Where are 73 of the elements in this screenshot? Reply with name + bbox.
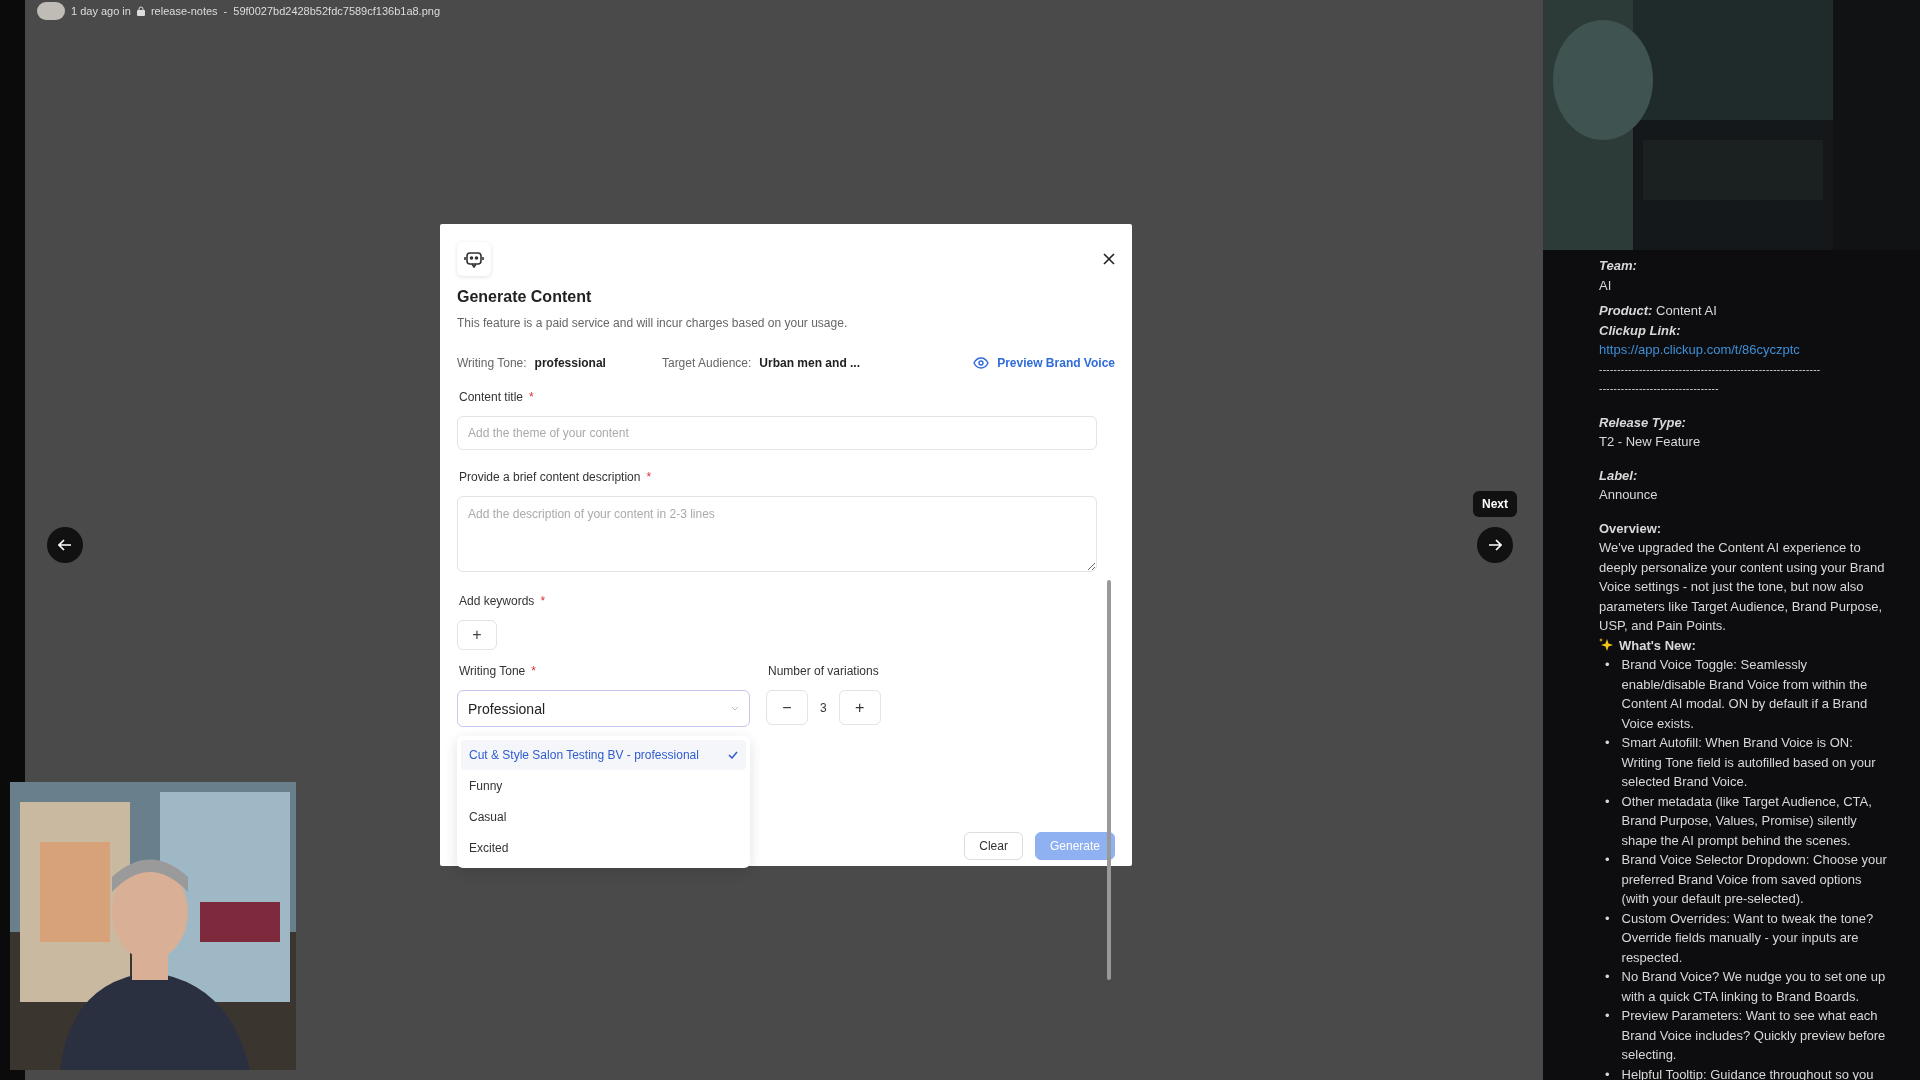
writing-tone-select[interactable]: Professional [457, 690, 750, 727]
separator: - [223, 5, 228, 17]
meta-value: Urban men and ... [759, 356, 861, 370]
meta-label: Writing Tone: [457, 356, 527, 370]
section-heading: What's New: [1619, 636, 1696, 655]
field-label: Number of variations [768, 664, 880, 678]
clickup-link[interactable]: https://app.clickup.com/t/86cyczptc [1599, 342, 1800, 357]
channel-name[interactable]: release-notes [150, 5, 218, 17]
user-avatar [37, 2, 65, 20]
decrease-button[interactable]: − [766, 690, 808, 725]
field-label: Add keywords * [459, 594, 547, 608]
bullet-marker: • [1605, 792, 1610, 811]
field-label: Team: [1599, 257, 1638, 275]
required-mark: * [529, 390, 534, 404]
field-label: Content title * [459, 390, 535, 404]
bullet-item: Brand Voice Selector Dropdown: Choose your preferred Brand Voice from saved options (with your default pre-selected). [1621, 851, 1888, 908]
description-input[interactable]: Add the description of your content in 2-3 lines [457, 496, 1097, 572]
eye-icon [973, 357, 990, 369]
meta-value: professional [534, 356, 606, 370]
variations-value: 3 [820, 700, 827, 715]
arrow-right-icon [1488, 539, 1502, 551]
meta-label: Target Audience: [661, 356, 752, 370]
bullet-item: Other metadata (like Target Audience, CTA, Brand Purpose, Values, Promise) silently shape the AI prompt behind the scenes. [1621, 792, 1873, 850]
lock-icon [136, 6, 145, 16]
file-name: 59f0027bd2428b52fdc7589cf136b1a8.png [233, 5, 441, 17]
required-mark: * [531, 664, 536, 678]
modal-subtitle: This feature is a paid service and will incur charges based on your usage. [457, 316, 849, 330]
next-button[interactable] [1477, 527, 1513, 563]
section-heading: Overview: [1599, 519, 1663, 538]
bullet-marker: • [1605, 851, 1610, 869]
bullet-marker: • [1605, 734, 1610, 752]
bullet-marker: • [1605, 1007, 1610, 1025]
bullet-marker: • [1605, 909, 1610, 928]
required-mark: * [646, 470, 652, 484]
check-icon [728, 751, 738, 759]
bullet-item: Custom Overrides: Want to tweak the tone? Override fields manually - your inputs are respected. [1621, 909, 1875, 967]
field-label: Product: [1599, 303, 1653, 318]
add-keyword-button[interactable]: + [457, 620, 497, 650]
next-tooltip: Next [1473, 491, 1517, 517]
tone-option[interactable]: Cut & Style Salon Testing BV - professional [461, 740, 746, 770]
post-time: 1 day ago in [71, 5, 131, 17]
field-label: Release Type: [1599, 413, 1687, 432]
divider-text: --------------------------------- [1599, 382, 1720, 396]
clear-button[interactable]: Clear [964, 832, 1023, 860]
chevron-down-icon [731, 706, 739, 711]
bullet-marker: • [1605, 968, 1610, 986]
increase-button[interactable]: + [838, 690, 881, 725]
close-icon[interactable] [1103, 253, 1115, 265]
field-label: Clickup Link: [1599, 321, 1682, 340]
previous-button[interactable] [47, 527, 83, 563]
sparkles-icon [1599, 638, 1613, 653]
bullet-marker: • [1605, 656, 1610, 674]
content-title-input[interactable]: Add the theme of your content [457, 416, 1097, 450]
divider-text: ------------------------------------------------------------- [1599, 362, 1822, 377]
field-label: Provide a brief content description * [459, 470, 653, 484]
robot-icon [464, 250, 484, 268]
preview-brand-voice-link[interactable]: Preview Brand Voice [973, 356, 1115, 370]
arrow-left-icon [58, 539, 72, 551]
bullet-item: Smart Autofill: When Brand Voice is ON: Writing Tone field is autofilled based on your selected Brand Voice. [1621, 734, 1877, 791]
bullet-item: Preview Parameters: Want to see what each Brand Voice includes? Quickly preview before selecting. [1621, 1007, 1887, 1064]
scrollbar-thumb[interactable] [1107, 580, 1111, 980]
bullet-item: Brand Voice Toggle: Seamlessly enable/disable Brand Voice from within the Content AI modal. ON by default if a Brand Voice exists. [1621, 656, 1869, 733]
required-mark: * [540, 594, 546, 608]
field-value: T2 - New Feature [1599, 433, 1702, 451]
modal-title: Generate Content [457, 288, 593, 306]
overview-text: We've upgraded the Content AI experience to deeply personalize your content using your Brand Voice settings - not just the tone, but now also parameters like Target Audience, Brand Purpose, USP, and Pain Points. [1599, 539, 1886, 635]
field-label: Writing Tone * [459, 664, 537, 678]
field-value: Content AI [1656, 303, 1717, 318]
field-label: Label: [1599, 466, 1639, 485]
bullet-item: No Brand Voice? We nudge you to set one up with a quick CTA linking to Brand Boards. [1621, 968, 1887, 1006]
field-value: Announce [1599, 486, 1659, 504]
bullet-marker: • [1605, 1065, 1610, 1080]
field-value: AI [1599, 276, 1613, 295]
